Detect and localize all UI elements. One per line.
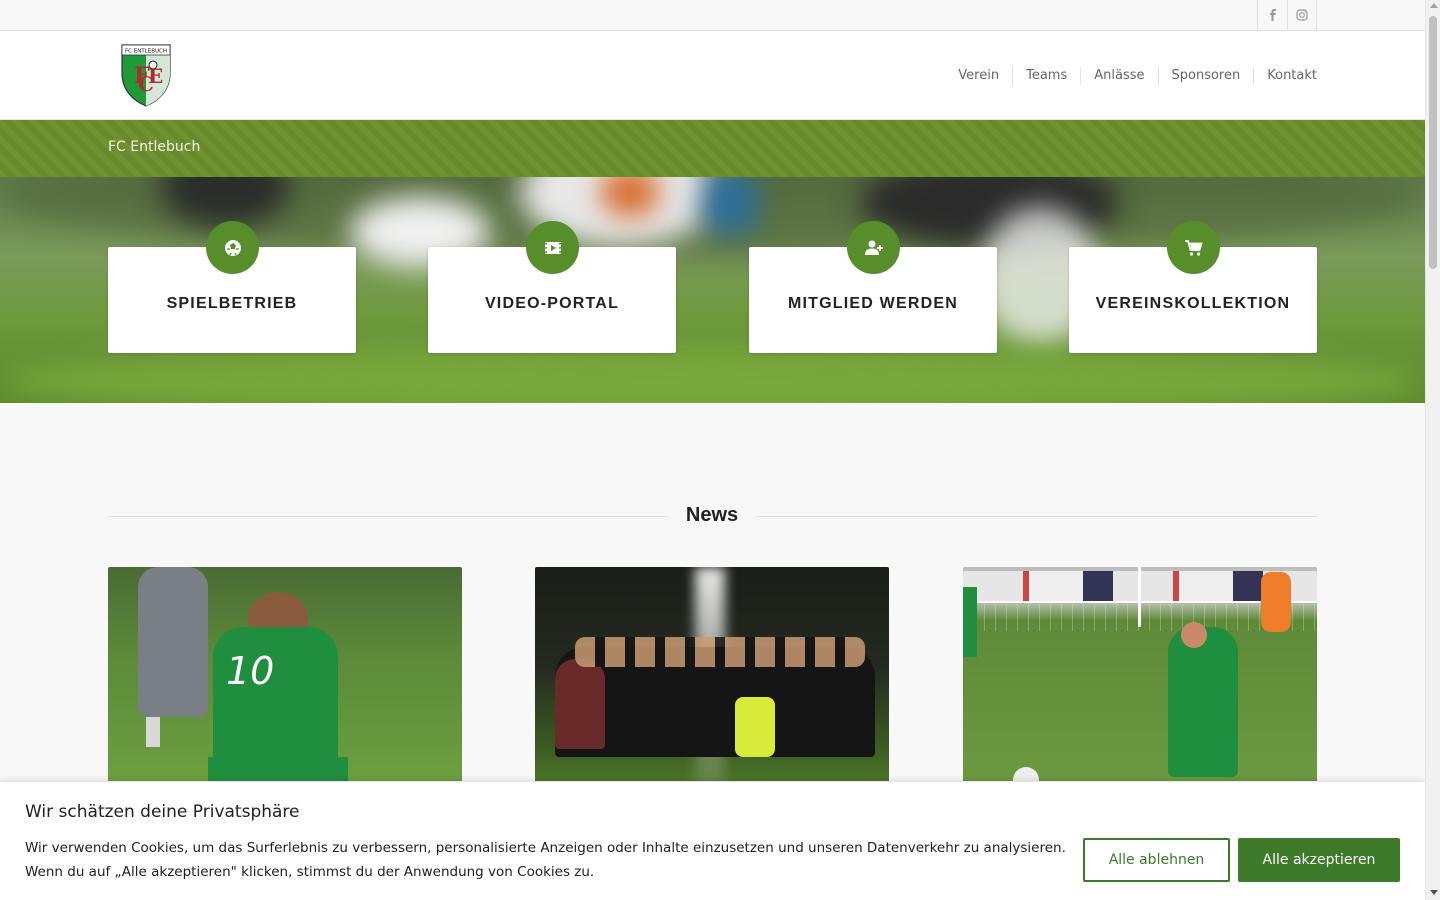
video-icon[interactable] — [526, 221, 579, 274]
scroll-down-arrow-icon[interactable] — [1430, 890, 1438, 895]
accept-all-button[interactable]: Alle akzeptieren — [1238, 838, 1400, 882]
main-nav: Verein Teams Anlässe Sponsoren Kontakt — [945, 31, 1317, 120]
hero-banner: SPIELBETRIEB VIDEO-PORTAL MITGLIED WERDE… — [0, 177, 1425, 403]
card-label: MITGLIED WERDEN — [788, 295, 958, 312]
facebook-icon[interactable] — [1257, 0, 1287, 30]
news-image-1[interactable]: 10 — [108, 567, 462, 789]
news-image-2[interactable] — [535, 567, 889, 789]
cookie-banner: Wir schätzen deine Privatsphäre Wir verw… — [0, 781, 1425, 900]
divider-right — [756, 516, 1317, 517]
jersey-number: 10 — [226, 649, 275, 693]
reject-all-button[interactable]: Alle ablehnen — [1083, 838, 1230, 882]
page-title-bar: FC Entlebuch — [0, 120, 1425, 177]
page-title: FC Entlebuch — [108, 139, 201, 155]
news-image-3[interactable] — [963, 567, 1317, 789]
scrollbar-thumb[interactable] — [1429, 16, 1437, 269]
card-label: VIDEO-PORTAL — [484, 295, 620, 312]
nav-verein[interactable]: Verein — [945, 67, 1012, 85]
nav-anlaesse[interactable]: Anlässe — [1080, 66, 1157, 85]
cart-icon[interactable] — [1167, 221, 1220, 274]
nav-sponsoren[interactable]: Sponsoren — [1157, 66, 1254, 85]
logo-lettering: FC ENTLEBUCH — [125, 49, 167, 55]
instagram-icon[interactable] — [1287, 0, 1317, 30]
site-header: FC ENTLEBUCH F C E Verein Teams Anlässe … — [0, 31, 1425, 120]
top-social-bar — [0, 0, 1425, 31]
scroll-up-arrow-icon[interactable] — [1430, 3, 1438, 8]
page-scrollbar[interactable] — [1425, 0, 1440, 900]
card-label: VEREINSKOLLEKTION — [1095, 295, 1291, 312]
cookie-text: Wir verwenden Cookies, um das Surferlebn… — [25, 840, 1066, 880]
divider-left — [108, 516, 668, 517]
club-logo[interactable]: FC ENTLEBUCH F C E — [120, 43, 172, 107]
card-label: SPIELBETRIEB — [166, 295, 298, 312]
news-heading: News — [668, 504, 756, 527]
add-user-icon[interactable] — [847, 221, 900, 274]
soccer-ball-icon[interactable] — [206, 221, 259, 274]
nav-teams[interactable]: Teams — [1012, 66, 1080, 85]
cookie-title: Wir schätzen deine Privatsphäre — [25, 802, 300, 822]
nav-kontakt[interactable]: Kontakt — [1253, 66, 1317, 85]
